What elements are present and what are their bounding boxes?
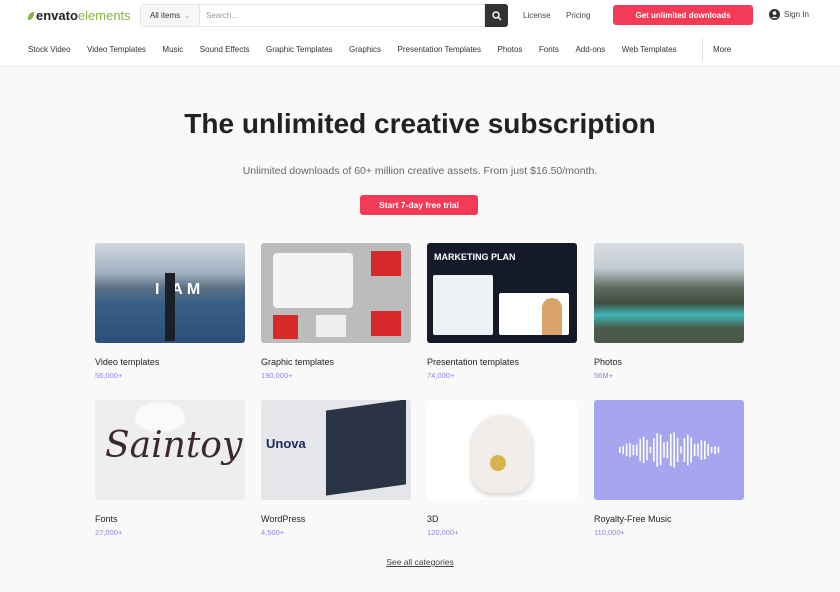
category-card[interactable]: Saintoy Fonts 27,000+	[95, 400, 245, 537]
start-trial-button[interactable]: Start 7-day free trial	[360, 195, 478, 215]
category-card[interactable]: 3D 120,000+	[427, 400, 577, 537]
category-card[interactable]: Graphic templates 190,000+	[261, 243, 411, 380]
license-link[interactable]: License	[523, 11, 551, 20]
nav-item[interactable]: Add-ons	[575, 45, 605, 54]
category-select[interactable]: All items ⌄	[141, 5, 200, 26]
leaf-icon	[28, 11, 34, 20]
nav-item[interactable]: Web Templates	[622, 45, 677, 54]
thumbnail	[427, 400, 577, 500]
nav-item[interactable]: Graphics	[349, 45, 381, 54]
thumbnail	[594, 243, 744, 343]
thumbnail	[594, 400, 744, 500]
thumbnail: MARKETING PLAN	[427, 243, 577, 343]
nav-more[interactable]: More	[713, 45, 731, 54]
nav-item[interactable]: Photos	[498, 45, 523, 54]
hero-subtitle: Unlimited downloads of 60+ million creat…	[242, 165, 598, 177]
search-input[interactable]	[200, 5, 484, 26]
thumbnail: Unova	[261, 400, 411, 500]
category-card[interactable]: Unova WordPress 4,500+	[261, 400, 411, 537]
envato-logo[interactable]: envato elements	[28, 8, 131, 23]
nav-item[interactable]: Sound Effects	[200, 45, 250, 54]
search-button[interactable]	[485, 4, 508, 27]
category-card[interactable]: I AM Video templates 56,000+	[95, 243, 245, 380]
search-icon	[491, 10, 501, 20]
header: envatoelements All items⌄ License Pricin…	[0, 0, 840, 67]
chevron-down-icon: ⌄	[184, 12, 191, 20]
thumbnail: Saintoy	[95, 400, 245, 500]
sign-in-link[interactable]: Sign In	[769, 9, 809, 20]
nav-item[interactable]: Fonts	[539, 45, 559, 54]
category-card[interactable]: Photos 56M+	[594, 243, 744, 380]
category-nav: Stock Video Video Templates Music Sound …	[28, 45, 693, 54]
nav-item[interactable]: Presentation Templates	[398, 45, 481, 54]
waveform-icon	[619, 432, 720, 468]
divider	[702, 38, 703, 62]
nav-item[interactable]: Music	[162, 45, 183, 54]
see-all-categories-link[interactable]: See all categories	[0, 557, 840, 567]
hero-title: The unlimited creative subscription	[184, 108, 656, 139]
user-icon	[769, 9, 780, 20]
pricing-link[interactable]: Pricing	[566, 11, 590, 20]
thumbnail	[261, 243, 411, 343]
category-card[interactable]: Royalty-Free Music 110,000+	[594, 400, 744, 537]
search-bar: All items ⌄	[140, 4, 485, 27]
category-card[interactable]: MARKETING PLAN Presentation templates 74,…	[427, 243, 577, 380]
nav-item[interactable]: Graphic Templates	[266, 45, 333, 54]
thumbnail: I AM	[95, 243, 245, 343]
get-unlimited-downloads-button[interactable]: Get unlimited downloads	[613, 5, 753, 25]
nav-item[interactable]: Stock Video	[28, 45, 71, 54]
nav-item[interactable]: Video Templates	[87, 45, 146, 54]
